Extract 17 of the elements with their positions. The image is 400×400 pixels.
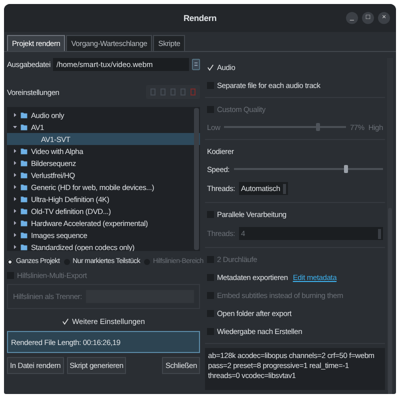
radio-icon[interactable] [7, 258, 13, 264]
expand-arrow-icon[interactable] [13, 197, 17, 201]
expand-arrow-icon[interactable] [13, 245, 17, 249]
expand-arrow-icon[interactable] [13, 221, 17, 225]
expand-arrow-icon[interactable] [13, 185, 17, 189]
scrollbar[interactable] [194, 108, 199, 250]
expand-arrow-icon[interactable] [13, 113, 17, 117]
window-title: Rendern [183, 13, 217, 23]
check-icon [207, 64, 214, 70]
expand-arrow-icon[interactable] [13, 161, 17, 165]
expand-arrow-icon[interactable] [13, 209, 17, 213]
expand-arrow-icon[interactable] [13, 233, 17, 237]
expand-arrow-icon[interactable] [13, 149, 17, 153]
check-icon [62, 318, 70, 325]
expand-arrow-icon[interactable] [13, 173, 17, 177]
file-icon[interactable] [192, 58, 200, 71]
expand-arrow-icon[interactable] [13, 125, 17, 129]
